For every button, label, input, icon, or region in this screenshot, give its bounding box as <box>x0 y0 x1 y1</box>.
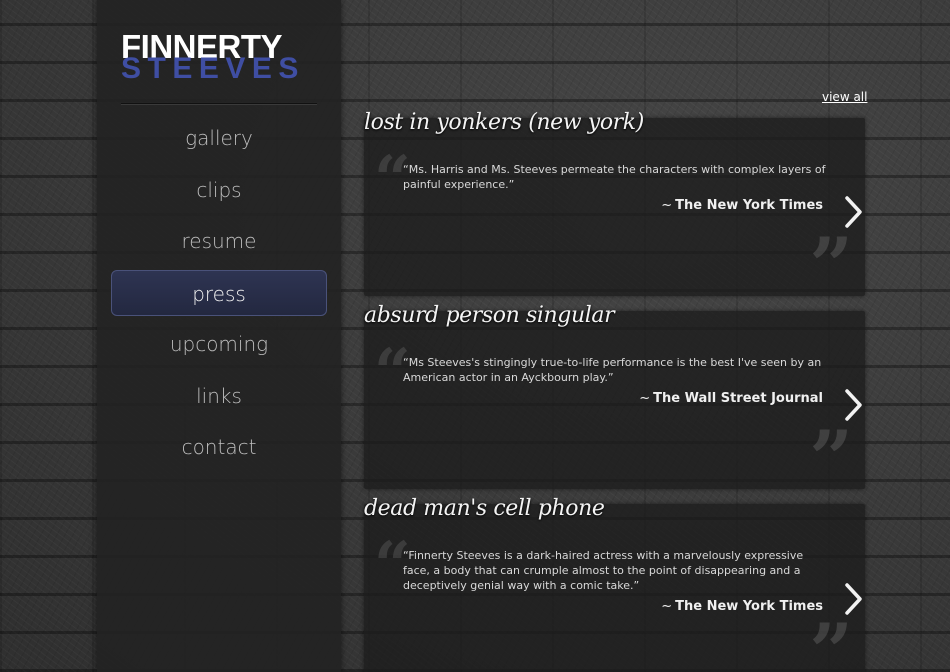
sidebar: FINNERTY STEEVES gallery clips resume pr… <box>97 0 341 672</box>
nav-item-upcoming[interactable]: upcoming <box>111 321 327 367</box>
press-quote-text: “Ms Steeves's stingingly true-to-life pe… <box>403 356 822 384</box>
press-card-title[interactable]: dead man's cell phone <box>364 496 605 521</box>
nav-item-links[interactable]: links <box>111 373 327 419</box>
nav-item-resume[interactable]: resume <box>111 218 327 264</box>
press-quote-text: “Finnerty Steeves is a dark-haired actre… <box>403 549 804 592</box>
press-quote-text: “Ms. Harris and Ms. Steeves permeate the… <box>403 163 826 191</box>
press-quote-source: ~ The New York Times <box>661 198 823 213</box>
nav-item-contact[interactable]: contact <box>111 424 327 470</box>
press-source-name: The New York Times <box>675 198 823 213</box>
press-source-name: The Wall Street Journal <box>653 391 823 406</box>
nav-item-press[interactable]: press <box>111 269 327 316</box>
press-source-name: The New York Times <box>675 599 823 614</box>
nav-item-gallery[interactable]: gallery <box>111 115 327 161</box>
logo-name-last: STEEVES <box>121 52 305 85</box>
press-quote-source: ~ The Wall Street Journal <box>639 391 823 406</box>
close-quote-icon: ” <box>809 607 853 672</box>
press-card: dead man's cell phone “ “Finnerty Steeve… <box>364 496 865 672</box>
press-card: lost in yonkers (new york) “ “Ms. Harris… <box>364 110 865 304</box>
nav-item-clips[interactable]: clips <box>111 167 327 213</box>
site-logo[interactable]: FINNERTY STEEVES <box>121 30 317 86</box>
logo-divider <box>121 103 317 105</box>
close-quote-icon: ” <box>809 221 853 310</box>
main-nav: gallery clips resume press upcoming link… <box>111 115 327 476</box>
view-all-link[interactable]: view all <box>822 90 867 104</box>
press-card-title[interactable]: lost in yonkers (new york) <box>364 110 644 135</box>
press-card: absurd person singular “ “Ms Steeves's s… <box>364 303 865 497</box>
press-quote-source: ~ The New York Times <box>661 599 823 614</box>
press-card-title[interactable]: absurd person singular <box>364 303 615 328</box>
close-quote-icon: ” <box>809 414 853 503</box>
